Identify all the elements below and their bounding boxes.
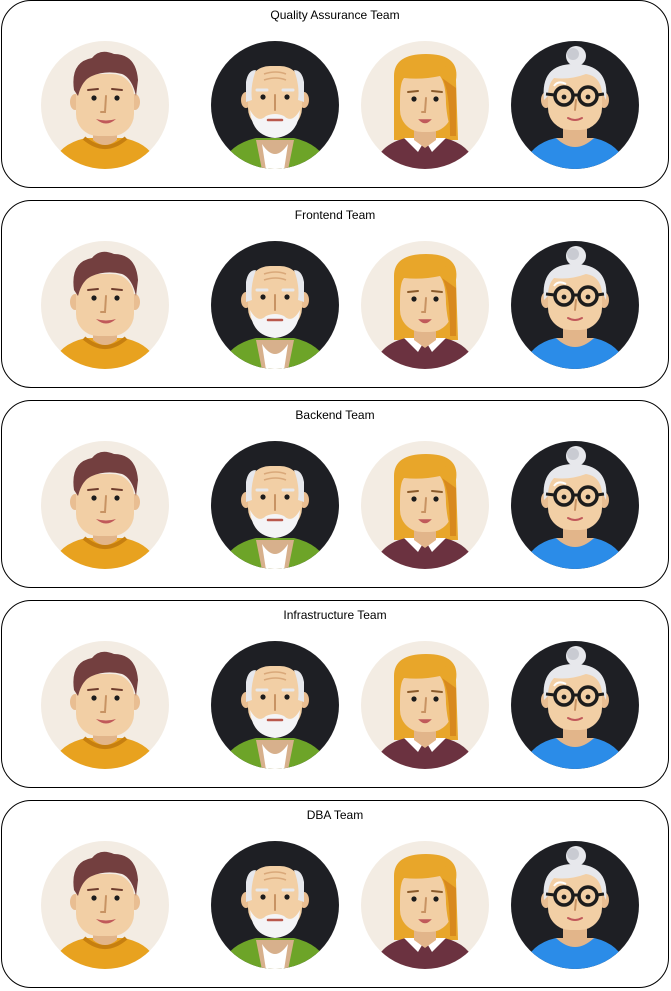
old-man-avatar-icon: [210, 640, 340, 770]
young-man-avatar-icon: [40, 40, 170, 170]
old-man-avatar-icon: [210, 40, 340, 170]
team-title: DBA Team: [306, 808, 364, 822]
blonde-woman-avatar-icon: [360, 240, 490, 370]
young-man-avatar-icon: [40, 440, 170, 570]
team-container: DBA Team: [1, 800, 669, 988]
old-man-avatar-icon: [210, 240, 340, 370]
blonde-woman-avatar-icon: [360, 40, 490, 170]
team-title: Quality Assurance Team: [270, 8, 400, 22]
team-title: Backend Team: [295, 408, 375, 422]
blonde-woman-avatar-icon: [360, 440, 490, 570]
grandmother-avatar-icon: [510, 40, 640, 170]
team-container: Frontend Team: [1, 200, 669, 388]
team-title: Frontend Team: [294, 208, 376, 222]
grandmother-avatar-icon: [510, 840, 640, 970]
team-container: Quality Assurance Team: [1, 0, 669, 188]
team-container: Infrastructure Team: [1, 600, 669, 788]
team-container: Backend Team: [1, 400, 669, 588]
grandmother-avatar-icon: [510, 240, 640, 370]
grandmother-avatar-icon: [510, 640, 640, 770]
young-man-avatar-icon: [40, 640, 170, 770]
young-man-avatar-icon: [40, 840, 170, 970]
old-man-avatar-icon: [210, 440, 340, 570]
old-man-avatar-icon: [210, 840, 340, 970]
grandmother-avatar-icon: [510, 440, 640, 570]
team-title: Infrastructure Team: [283, 608, 387, 622]
blonde-woman-avatar-icon: [360, 640, 490, 770]
blonde-woman-avatar-icon: [360, 840, 490, 970]
young-man-avatar-icon: [40, 240, 170, 370]
